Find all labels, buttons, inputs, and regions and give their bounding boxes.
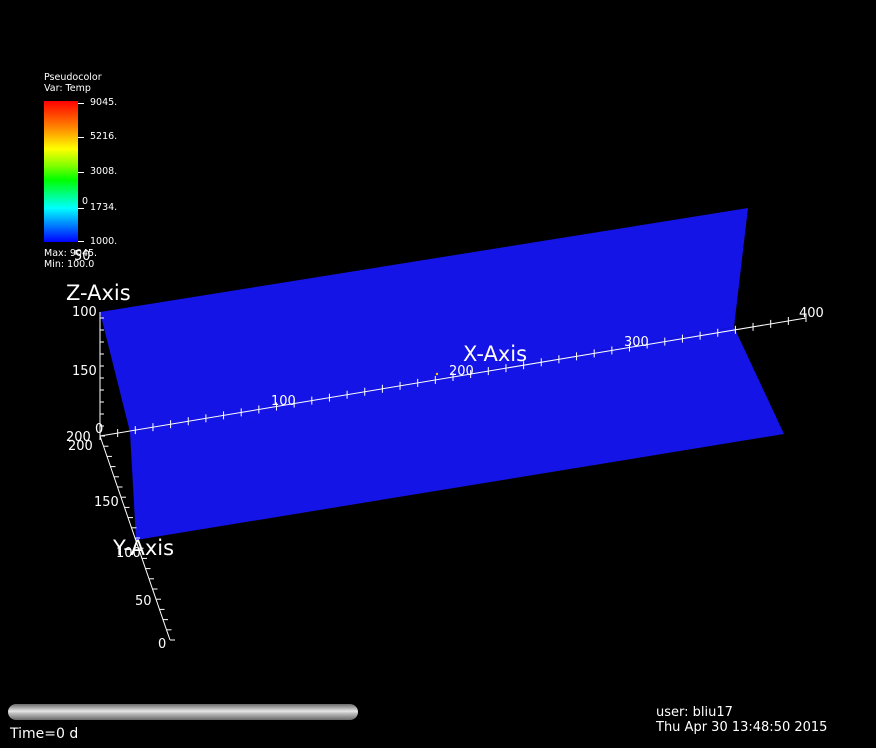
x-axis-title: X-Axis — [463, 342, 527, 366]
x-axis-tick-label: 200 — [449, 364, 474, 379]
x-axis-tick-label: 400 — [799, 306, 824, 321]
y-axis-tick-label: 50 — [135, 594, 152, 609]
legend-title: Pseudocolor — [44, 72, 102, 83]
legend-tick — [78, 137, 84, 138]
z-axis-title: Z-Axis — [66, 281, 131, 305]
legend-tick — [78, 208, 84, 209]
y-axis-title: Y-Axis — [112, 536, 174, 560]
pick-point-marker — [435, 372, 439, 376]
legend-max: Max: 9045. — [44, 248, 98, 259]
pseudocolor-legend: Pseudocolor Var: Temp 9045. 5216. 3008. … — [44, 73, 134, 273]
x-axis-tick-label: 300 — [624, 335, 649, 350]
time-label: Time=0 d — [10, 726, 79, 742]
legend-tick-label: 3008. — [90, 166, 118, 177]
legend-variable: Var: Temp — [44, 83, 91, 94]
surface-mesh — [100, 208, 784, 540]
time-slider[interactable] — [8, 704, 358, 720]
user-name: user: bliu17 — [656, 705, 733, 720]
y-axis-tick-label: 150 — [94, 495, 119, 510]
y-axis-tick-label: 0 — [158, 637, 166, 652]
user-info: user: bliu17 Thu Apr 30 13:48:50 2015 — [656, 705, 827, 735]
legend-overlap-glyph: 0 — [82, 196, 89, 207]
legend-tick — [78, 241, 84, 242]
y-axis-tick-label: 200 — [68, 439, 93, 454]
legend-tick-label: 5216. — [90, 131, 118, 142]
legend-tick — [78, 103, 84, 104]
x-axis-tick-label: 100 — [271, 394, 296, 409]
legend-min: Min: 100.0 — [44, 259, 95, 270]
z-axis-tick-label: 100 — [72, 305, 97, 320]
legend-tick-label: 1000. — [90, 236, 118, 247]
x-axis-tick-label: 0 — [95, 422, 103, 437]
z-axis-tick-label: 150 — [72, 364, 97, 379]
legend-tick-label: 1734. — [90, 202, 118, 213]
z-axis-minor-ticks — [100, 317, 104, 427]
legend-tick-label: 9045. — [90, 97, 118, 108]
render-datetime: Thu Apr 30 13:48:50 2015 — [656, 720, 828, 735]
legend-color-bar — [44, 101, 78, 242]
legend-tick — [78, 172, 84, 173]
